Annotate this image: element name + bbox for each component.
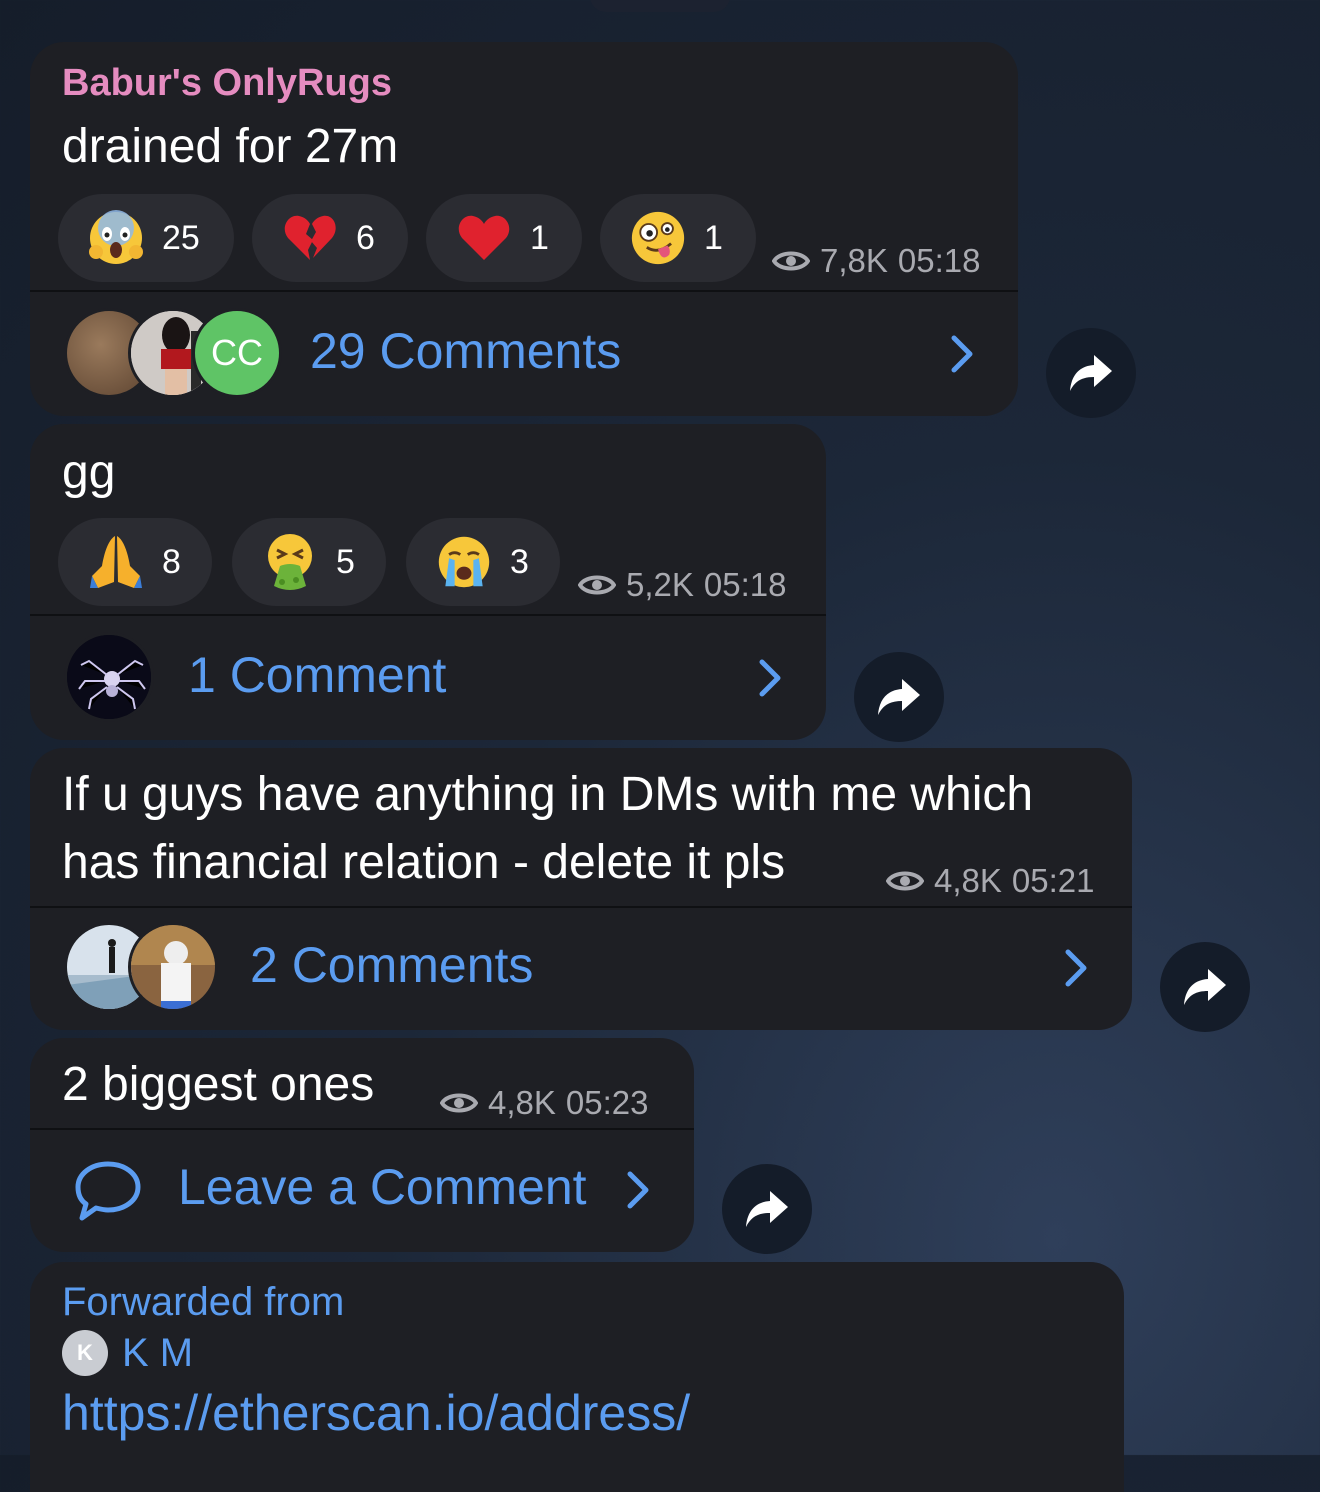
share-arrow-icon xyxy=(878,679,920,715)
message-bubble[interactable]: gg 8 5 3 5,2K 05:18 1 Comment xyxy=(30,424,826,740)
date-pill xyxy=(590,0,730,12)
commenter-avatar xyxy=(64,632,154,722)
message-text: drained for 27m xyxy=(62,120,399,173)
comment-bubble-icon xyxy=(75,1161,141,1221)
share-button[interactable] xyxy=(1160,942,1250,1032)
comments-button[interactable]: CC 29 Comments xyxy=(30,292,1018,416)
message-text-line: has financial relation - delete it pls xyxy=(62,836,786,889)
chevron-right-icon xyxy=(951,335,973,373)
message-text: gg xyxy=(62,446,116,499)
message-text: 2 biggest ones xyxy=(62,1058,375,1111)
message-time: 05:18 xyxy=(897,242,981,279)
share-arrow-icon xyxy=(746,1191,788,1227)
view-count: 5,2K xyxy=(626,566,694,603)
author-avatar: K xyxy=(62,1330,108,1376)
share-button[interactable] xyxy=(722,1164,812,1254)
leave-comment-button[interactable]: Leave a Comment xyxy=(30,1130,694,1252)
message-bubble[interactable]: If u guys have anything in DMs with me w… xyxy=(30,748,1132,1030)
reaction-count: 5 xyxy=(336,542,355,581)
reaction-chip[interactable]: 3 xyxy=(406,518,560,606)
vomiting-face-icon xyxy=(262,534,318,590)
commenter-avatar: CC xyxy=(192,308,282,398)
reaction-chip[interactable]: 8 xyxy=(58,518,212,606)
view-count: 4,8K xyxy=(934,862,1002,899)
reaction-chip[interactable]: 6 xyxy=(252,194,408,282)
comments-button[interactable]: 2 Comments xyxy=(30,908,1132,1030)
reaction-chip[interactable]: 5 xyxy=(232,518,386,606)
share-button[interactable] xyxy=(1046,328,1136,418)
message-time: 05:18 xyxy=(703,566,787,603)
comments-label[interactable]: 1 Comment xyxy=(188,646,446,704)
forwarded-message-bubble[interactable]: Forwarded from K K M https://etherscan.i… xyxy=(30,1262,1124,1492)
folded-hands-icon xyxy=(88,534,144,590)
reaction-count: 1 xyxy=(704,218,723,257)
message-bubble[interactable]: Babur's OnlyRugs drained for 27m 25 6 1 … xyxy=(30,42,1018,416)
message-meta: 4,8K 05:21 xyxy=(886,862,1094,900)
message-meta: 7,8K 05:18 xyxy=(772,242,980,280)
heart-icon xyxy=(456,210,512,266)
reaction-chip[interactable]: 1 xyxy=(426,194,582,282)
message-bubble[interactable]: 2 biggest ones 4,8K 05:23 Leave a Commen… xyxy=(30,1038,694,1252)
share-button[interactable] xyxy=(854,652,944,742)
spider-avatar-icon xyxy=(67,635,151,719)
reaction-chip[interactable]: 1 xyxy=(600,194,756,282)
reaction-count: 6 xyxy=(356,218,375,257)
reaction-chip[interactable]: 25 xyxy=(58,194,234,282)
share-arrow-icon xyxy=(1184,969,1226,1005)
zany-face-icon xyxy=(630,210,686,266)
etherscan-link[interactable]: https://etherscan.io/address/ xyxy=(62,1384,690,1442)
reaction-count: 25 xyxy=(162,218,200,257)
reaction-count: 3 xyxy=(510,542,529,581)
comments-label[interactable]: 2 Comments xyxy=(250,936,533,994)
forwarded-from-label: Forwarded from xyxy=(62,1280,345,1324)
eye-icon xyxy=(440,1093,478,1113)
share-arrow-icon xyxy=(1070,355,1112,391)
channel-name[interactable]: Babur's OnlyRugs xyxy=(62,62,392,105)
crying-face-icon xyxy=(436,534,492,590)
reaction-count: 8 xyxy=(162,542,181,581)
eye-icon xyxy=(886,871,924,891)
reaction-count: 1 xyxy=(530,218,549,257)
commenter-avatar xyxy=(128,922,218,1012)
comments-button[interactable]: 1 Comment xyxy=(30,616,826,740)
message-time: 05:21 xyxy=(1011,862,1095,899)
comments-label[interactable]: 29 Comments xyxy=(310,322,621,380)
view-count: 4,8K xyxy=(488,1084,556,1121)
screaming-face-icon xyxy=(88,210,144,266)
comments-label[interactable]: Leave a Comment xyxy=(178,1158,587,1216)
avatar-initials: CC xyxy=(211,332,263,373)
eye-icon xyxy=(772,251,810,271)
message-meta: 4,8K 05:23 xyxy=(440,1084,648,1122)
chevron-right-icon xyxy=(627,1171,649,1209)
chevron-right-icon xyxy=(1065,949,1087,987)
eye-icon xyxy=(578,575,616,595)
message-meta: 5,2K 05:18 xyxy=(578,566,786,604)
message-text-line: If u guys have anything in DMs with me w… xyxy=(62,768,1034,821)
broken-heart-icon xyxy=(282,210,338,266)
forwarded-author[interactable]: K K M xyxy=(62,1330,193,1376)
chevron-right-icon xyxy=(759,659,781,697)
message-time: 05:23 xyxy=(565,1084,649,1121)
view-count: 7,8K xyxy=(820,242,888,279)
author-name[interactable]: K M xyxy=(122,1331,193,1376)
